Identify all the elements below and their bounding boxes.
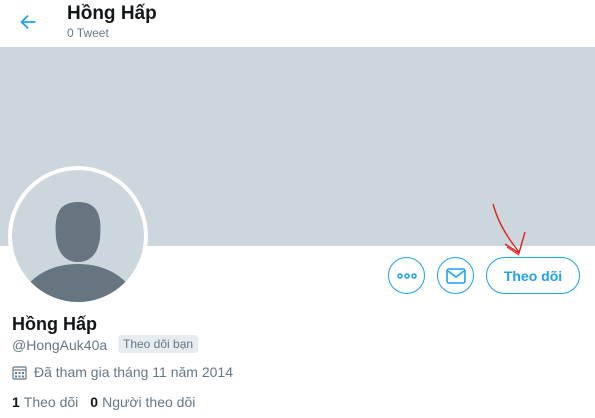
follow-stats: 1 Theo dõi 0 Người theo dõi: [12, 394, 207, 410]
avatar-image: [12, 170, 144, 302]
more-dots-icon: [396, 272, 417, 279]
followers-link[interactable]: 0 Người theo dõi: [90, 394, 195, 410]
envelope-icon: [445, 267, 466, 284]
follow-button-label: Theo dõi: [503, 267, 563, 284]
back-button[interactable]: [14, 8, 42, 36]
join-date-text: Đã tham gia tháng 11 năm 2014: [34, 364, 233, 380]
header-title: Hồng Hấp: [67, 3, 157, 24]
avatar[interactable]: [8, 166, 148, 306]
following-link[interactable]: 1 Theo dõi: [12, 394, 78, 410]
following-label: Theo dõi: [23, 394, 79, 410]
tweet-count: 0 Tweet: [67, 26, 109, 40]
join-date: Đã tham gia tháng 11 năm 2014: [12, 364, 233, 380]
follow-button[interactable]: Theo dõi: [486, 257, 580, 294]
calendar-icon: [12, 365, 27, 380]
following-count: 1: [12, 394, 20, 410]
profile-handle: @HongAuk40a: [12, 337, 108, 353]
red-arrow-annotation: [492, 203, 526, 256]
followers-label: Người theo dõi: [102, 394, 196, 410]
message-button[interactable]: [437, 257, 474, 294]
profile-name: Hồng Hấp: [12, 314, 97, 334]
more-options-button[interactable]: [388, 257, 425, 294]
arrow-left-icon: [20, 14, 36, 30]
profile-header: Hồng Hấp 0 Tweet: [0, 0, 595, 47]
default-avatar-silhouette: [22, 202, 134, 302]
follows-you-badge: Theo dõi bạn: [118, 335, 199, 353]
followers-count: 0: [90, 394, 99, 410]
